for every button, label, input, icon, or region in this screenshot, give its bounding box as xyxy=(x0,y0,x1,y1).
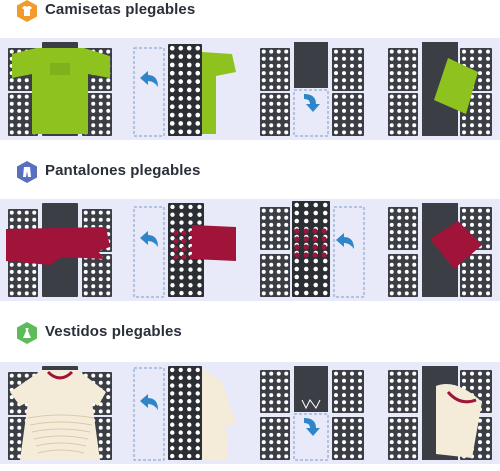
step-2-panel xyxy=(132,38,240,140)
folding-board-panel xyxy=(294,42,328,88)
step-1-panel xyxy=(6,38,114,140)
step-3-panel xyxy=(258,362,366,464)
step-4-panel xyxy=(386,199,494,301)
shirt-icon xyxy=(17,0,37,22)
step-3-panel xyxy=(258,38,366,140)
folding-board-panel xyxy=(168,366,202,460)
folding-board-panel xyxy=(260,254,290,297)
section-header: Camisetas plegables xyxy=(0,0,500,22)
folding-board-panel xyxy=(332,93,364,136)
section-title: Vestidos plegables xyxy=(45,323,182,340)
folding-board-panel xyxy=(388,417,418,460)
folding-board-panel xyxy=(388,254,418,297)
step-1-panel xyxy=(6,362,114,464)
folding-board-panel xyxy=(460,254,492,297)
folding-board-panel xyxy=(332,48,364,91)
step-2-panel xyxy=(132,362,240,464)
step-band xyxy=(0,38,500,140)
folding-board-panel xyxy=(332,370,364,413)
fold-arrow-icon xyxy=(304,94,320,112)
dress-icon xyxy=(17,322,37,344)
pants-garment xyxy=(192,225,236,261)
folding-board-panel xyxy=(260,207,290,250)
section-title: Camisetas plegables xyxy=(45,1,196,18)
step-2-panel xyxy=(132,199,240,301)
folding-board-panel xyxy=(168,44,202,136)
dress-garment xyxy=(202,368,236,460)
step-band xyxy=(0,362,500,464)
step-3-panel xyxy=(258,199,366,301)
folding-board-panel xyxy=(82,254,112,297)
folding-board-panel xyxy=(260,417,290,460)
folding-board-panel xyxy=(332,417,364,460)
folding-board-panel xyxy=(294,366,328,412)
fold-outline xyxy=(333,206,365,298)
pants-icon xyxy=(17,161,37,183)
fold-arrow-icon xyxy=(140,71,158,87)
step-4-panel xyxy=(386,362,494,464)
folding-board-panel xyxy=(388,207,418,250)
step-1-panel xyxy=(6,199,114,301)
section-header: Vestidos plegables xyxy=(0,322,500,344)
section-header: Pantalones plegables xyxy=(0,161,500,183)
folding-board-panel xyxy=(388,48,418,91)
folding-board-panel xyxy=(388,370,418,413)
fold-arrow-icon xyxy=(304,418,320,436)
fold-arrow-icon xyxy=(140,394,158,410)
folding-board-panel xyxy=(388,93,418,136)
fold-outline xyxy=(133,367,165,461)
step-4-panel xyxy=(386,38,494,140)
fold-arrow-icon xyxy=(140,231,158,247)
fold-arrow-icon xyxy=(336,233,354,249)
section-title: Pantalones plegables xyxy=(45,162,201,179)
folding-board-panel xyxy=(260,370,290,413)
step-band xyxy=(0,199,500,301)
shirt-garment xyxy=(202,52,236,134)
folding-board-panel xyxy=(260,48,290,91)
fold-outline xyxy=(133,206,165,298)
fold-outline xyxy=(133,47,165,137)
folding-board-panel xyxy=(260,93,290,136)
